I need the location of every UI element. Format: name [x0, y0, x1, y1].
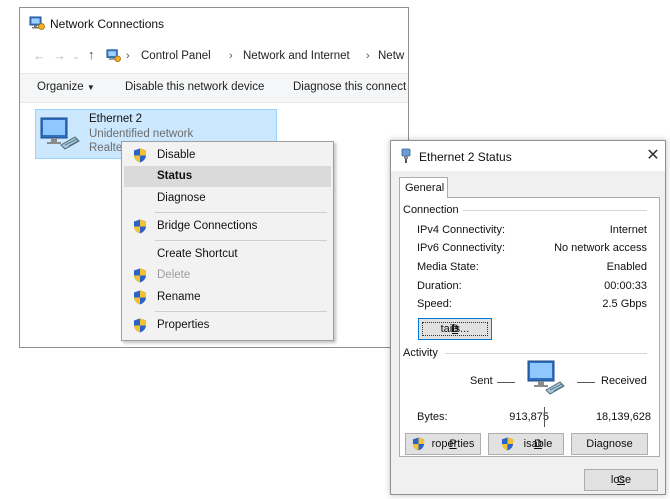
menu-item-rename[interactable]: Rename — [124, 287, 331, 308]
received-line — [577, 382, 595, 383]
menu-item-label: Bridge Connections — [157, 220, 258, 232]
connection-group-label: Connection — [403, 204, 463, 216]
close-icon[interactable]: ✕ — [643, 146, 663, 166]
window-title: Network Connections — [50, 17, 165, 31]
menu-item-label: Status — [157, 170, 193, 182]
menu-item-bridge-connections[interactable]: Bridge Connections — [124, 216, 331, 237]
media-state-value: Enabled — [606, 261, 647, 273]
diagnose-button[interactable]: Diagnose — [571, 433, 648, 455]
duration-value: 00:00:33 — [604, 280, 647, 292]
breadcrumb-network-connections[interactable]: Netw — [378, 50, 404, 62]
received-label: Received — [601, 375, 647, 387]
ethernet-plug-icon — [401, 148, 411, 163]
ipv4-value: Internet — [609, 224, 647, 236]
breadcrumb-network-internet[interactable]: Network and Internet — [243, 50, 350, 62]
tab-general[interactable]: General — [399, 177, 448, 198]
menu-item-status[interactable]: Status — [124, 166, 331, 187]
menu-separator — [155, 212, 327, 213]
explorer-titlebar: Network Connections — [20, 8, 408, 38]
details-button[interactable]: De tails... — [418, 318, 492, 340]
connection-name: Ethernet 2 — [89, 113, 143, 125]
bytes-label: Bytes: — [417, 411, 448, 423]
network-activity-icon — [527, 360, 565, 395]
activity-group-label: Activity — [403, 347, 442, 359]
connection-status: Unidentified network — [89, 128, 194, 140]
forward-arrow-icon[interactable]: → — [53, 48, 66, 63]
dialog-title: Ethernet 2 Status — [419, 150, 512, 164]
speed-label: Speed: — [417, 298, 452, 310]
media-state-label: Media State: — [417, 261, 479, 273]
breadcrumb-chevron-icon: › — [366, 50, 370, 62]
close-button[interactable]: Close — [584, 469, 658, 491]
shield-icon — [134, 268, 146, 283]
menu-item-label: Diagnose — [157, 192, 206, 204]
breadcrumb-chevron-icon: › — [229, 50, 233, 62]
shield-icon — [412, 437, 425, 451]
dropdown-arrow-icon: ▼ — [86, 83, 95, 92]
shield-icon — [134, 290, 146, 305]
network-adapter-icon — [40, 117, 80, 150]
control-panel-icon — [106, 49, 121, 62]
connection-adapter: Realtel — [89, 142, 125, 154]
menu-item-label: Rename — [157, 291, 201, 303]
menu-item-properties[interactable]: Properties — [124, 315, 331, 336]
organize-label: Organize — [37, 81, 84, 93]
ipv6-value: No network access — [554, 242, 647, 254]
menu-item-label: Properties — [157, 319, 210, 331]
bytes-divider — [544, 407, 545, 427]
shield-icon — [134, 219, 146, 234]
tab-label: General — [405, 182, 445, 194]
context-menu: Disable Status Diagnose Bridge Connectio… — [121, 141, 334, 341]
menu-item-diagnose[interactable]: Diagnose — [124, 188, 331, 209]
shield-icon — [134, 318, 146, 333]
group-divider — [445, 353, 647, 354]
ipv6-label: IPv6 Connectivity: — [417, 242, 506, 254]
speed-value: 2.5 Gbps — [602, 298, 647, 310]
disable-device-button[interactable]: Disable this network device — [125, 81, 264, 93]
network-connections-icon — [29, 16, 45, 30]
duration-label: Duration: — [417, 280, 462, 292]
organize-button[interactable]: Organize ▼ — [37, 81, 95, 93]
shield-icon — [134, 148, 146, 163]
menu-item-label: Delete — [157, 269, 191, 281]
recent-chevron-icon[interactable]: ⌄ — [72, 51, 80, 62]
sent-line — [497, 382, 515, 383]
command-bar: Organize ▼ Disable this network device D… — [20, 73, 408, 103]
ethernet-status-dialog: Ethernet 2 Status ✕ General Connection I… — [390, 140, 666, 495]
menu-item-label: Disable — [157, 149, 196, 161]
menu-separator — [155, 311, 327, 312]
breadcrumb-chevron-icon: › — [126, 50, 130, 62]
bytes-sent-value: 913,875 — [509, 411, 549, 423]
up-arrow-icon[interactable]: ↑ — [88, 47, 95, 62]
bytes-received-value: 18,139,628 — [595, 411, 651, 423]
sent-label: Sent — [470, 375, 493, 387]
group-divider — [461, 210, 647, 211]
back-arrow-icon[interactable]: ← — [33, 48, 46, 63]
disable-button[interactable]: Disable — [488, 433, 564, 455]
properties-button[interactable]: Properties — [405, 433, 481, 455]
menu-item-label: Create Shortcut — [157, 248, 238, 260]
diagnose-connection-button[interactable]: Diagnose this connect — [293, 81, 406, 93]
diagnose-button-label: Diagnose — [586, 438, 633, 450]
breadcrumb-control-panel[interactable]: Control Panel — [141, 50, 211, 62]
ipv4-label: IPv4 Connectivity: — [417, 224, 506, 236]
dialog-titlebar: Ethernet 2 Status ✕ — [391, 141, 665, 171]
menu-item-disable[interactable]: Disable — [124, 145, 331, 166]
menu-item-create-shortcut[interactable]: Create Shortcut — [124, 244, 331, 265]
menu-item-delete: Delete — [124, 265, 331, 286]
menu-separator — [155, 240, 327, 241]
